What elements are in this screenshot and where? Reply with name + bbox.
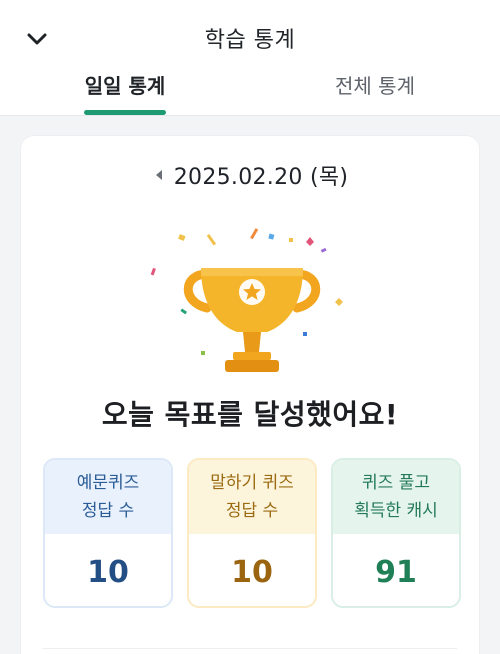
date-navigator: 2025.02.20 (목) <box>21 160 479 190</box>
app-header: 학습 통계 일일 통계 전체 통계 <box>0 0 500 116</box>
stat-label-line1: 말하기 퀴즈 <box>210 473 294 493</box>
tab-label: 전체 통계 <box>335 74 415 98</box>
stat-cash-earned: 퀴즈 풀고 획득한 캐시 91 <box>331 458 461 608</box>
stat-value: 10 <box>231 554 273 590</box>
stat-label-line2: 획득한 캐시 <box>354 501 438 521</box>
trophy-icon <box>150 228 343 372</box>
divider <box>43 648 457 649</box>
trophy-illustration <box>21 216 479 386</box>
stat-label-line2: 정답 수 <box>81 501 135 521</box>
stat-label: 예문퀴즈 정답 수 <box>45 460 171 534</box>
stat-label-line1: 퀴즈 풀고 <box>362 473 430 493</box>
stat-value: 10 <box>87 554 129 590</box>
page-title: 학습 통계 <box>204 28 296 53</box>
goal-achieved-message: 오늘 목표를 달성했어요! <box>101 398 399 431</box>
tab-total-stats[interactable]: 전체 통계 <box>250 70 500 99</box>
stat-value: 91 <box>375 554 417 590</box>
stat-label-line1: 예문퀴즈 <box>76 473 140 493</box>
active-tab-indicator <box>84 110 166 115</box>
tab-label: 일일 통계 <box>84 74 166 98</box>
prev-date-button[interactable] <box>152 168 166 182</box>
stat-label: 말하기 퀴즈 정답 수 <box>189 460 315 534</box>
stat-speaking-quiz-correct: 말하기 퀴즈 정답 수 10 <box>187 458 317 608</box>
tab-daily-stats[interactable]: 일일 통계 <box>0 70 250 99</box>
daily-stats-card: 2025.02.20 (목) 오늘 목표를 달성했어요! 예문퀴즈 정답 수 1… <box>20 135 480 654</box>
stat-example-quiz-correct: 예문퀴즈 정답 수 10 <box>43 458 173 608</box>
stat-label: 퀴즈 풀고 획득한 캐시 <box>333 460 459 534</box>
stat-label-line2: 정답 수 <box>225 501 279 521</box>
selected-date: 2025.02.20 (목) <box>173 165 349 190</box>
caret-left-icon <box>155 170 162 180</box>
